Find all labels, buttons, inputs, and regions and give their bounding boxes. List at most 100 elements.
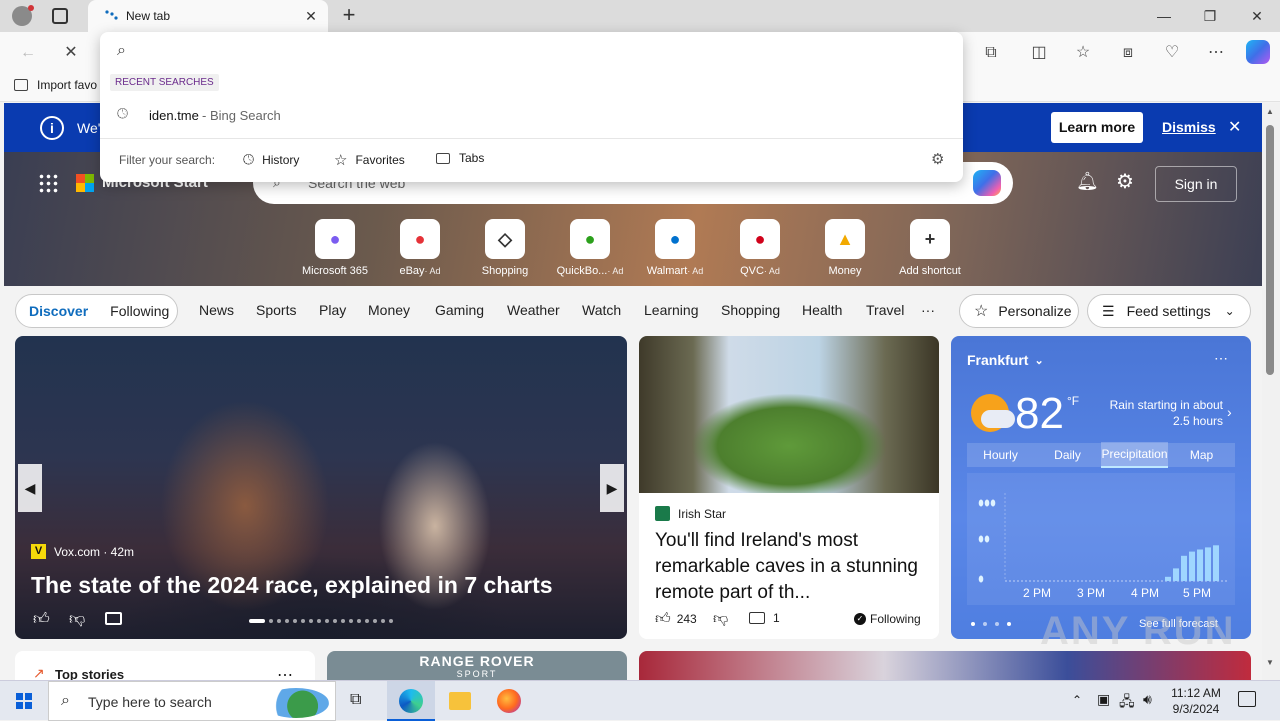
weather-card[interactable]: Frankfurt ⌄ ⋯ 82 °F Rain starting in abo… [951, 336, 1251, 639]
personalize-star-icon: ☆ [974, 303, 989, 320]
weather-city[interactable]: Frankfurt ⌄ [967, 352, 1044, 368]
tray-device-icon[interactable]: ▣ [1097, 691, 1110, 708]
main-story-card[interactable]: ◀ ▶ V Vox.com · 42m The state of the 202… [15, 336, 627, 639]
search-settings-gear-icon[interactable]: ⚙ [931, 150, 944, 168]
minimize-icon[interactable]: — [1154, 6, 1174, 26]
weather-tab-2[interactable]: Precipitation [1101, 442, 1168, 468]
volume-icon[interactable]: 🔊︎ [1143, 691, 1152, 708]
alert-chevron-icon[interactable]: › [1227, 404, 1232, 420]
favorites-star-icon[interactable]: ☆ [1072, 42, 1094, 64]
import-favorites-button[interactable]: Import favo [14, 78, 97, 92]
filter-history[interactable]: 🕓︎ History [243, 151, 299, 168]
active-tab[interactable]: New tab ✕ [88, 0, 328, 32]
shortcut-0[interactable]: ● Microsoft 365 [295, 219, 375, 277]
shortcut-7[interactable]: + Add shortcut [890, 219, 970, 277]
nav-item-1[interactable]: Sports [256, 302, 296, 318]
edge-taskbar-icon[interactable] [387, 681, 435, 721]
nav-item-9[interactable]: Health [802, 302, 842, 318]
new-tab-button[interactable]: + [338, 4, 360, 26]
top-stories-more-icon[interactable]: ⋯ [277, 665, 293, 680]
scroll-down-icon[interactable]: ▼ [1266, 658, 1274, 667]
copilot-icon[interactable] [1246, 40, 1270, 64]
favorites-icon: ☆ [334, 152, 348, 169]
tab-discover[interactable]: Discover [29, 303, 88, 319]
nav-item-2[interactable]: Play [319, 302, 346, 318]
tray-chevron-icon[interactable]: ⌃ [1072, 693, 1082, 707]
restore-icon[interactable]: ❐ [1200, 6, 1220, 26]
close-banner-icon[interactable]: ✕ [1228, 117, 1241, 137]
recent-search-item[interactable]: 🕓︎ iden.tme - Bing Search [100, 102, 963, 128]
close-tab-icon[interactable]: ✕ [304, 9, 318, 23]
like-icon[interactable]: 👍︎ [33, 610, 50, 629]
learn-more-button[interactable]: Learn more [1051, 112, 1143, 143]
address-input[interactable] [142, 42, 942, 62]
clock[interactable]: 11:12 AM 9/3/2024 [1164, 685, 1228, 717]
page-scrollbar[interactable]: ▲ ▼ [1262, 103, 1280, 680]
task-view-icon[interactable]: ⧉ [350, 691, 361, 709]
bottom-story-card[interactable] [639, 651, 1251, 680]
nav-item-8[interactable]: Shopping [721, 302, 780, 318]
notification-center-icon[interactable] [1238, 691, 1256, 707]
nav-item-3[interactable]: Money [368, 302, 410, 318]
filter-favorites[interactable]: ☆ Favorites [334, 151, 405, 169]
side-story-title[interactable]: You'll find Ireland's most remarkable ca… [655, 528, 925, 606]
close-window-icon[interactable]: ✕ [1247, 6, 1267, 26]
copilot-search-icon[interactable] [973, 170, 1001, 196]
nav-item-4[interactable]: Gaming [435, 302, 484, 318]
notifications-bell-icon[interactable]: 🔔︎ [1076, 171, 1099, 192]
app-launcher-icon[interactable] [38, 173, 58, 193]
weather-tab-3[interactable]: Map [1168, 443, 1235, 467]
network-icon[interactable]: 🖧︎ [1119, 691, 1135, 715]
more-menu-icon[interactable]: ⋯ [1205, 42, 1227, 64]
side-story-card[interactable]: Irish Star You'll find Ireland's most re… [639, 336, 939, 639]
shortcut-1[interactable]: ● eBay· Ad [380, 219, 460, 277]
weather-tab-1[interactable]: Daily [1034, 443, 1101, 467]
personalize-button[interactable]: ☆ Personalize [959, 294, 1079, 328]
start-windows-icon[interactable] [16, 693, 32, 709]
filter-tabs[interactable]: Tabs [436, 151, 484, 165]
nav-item-0[interactable]: News [199, 302, 234, 318]
settings-gear-icon[interactable]: ⚙ [1116, 169, 1134, 194]
scroll-up-icon[interactable]: ▲ [1266, 107, 1274, 116]
file-explorer-icon[interactable] [449, 692, 471, 710]
collections-icon[interactable]: ⧈ [1117, 42, 1139, 64]
dismiss-link[interactable]: Dismiss [1162, 119, 1216, 135]
weather-more-icon[interactable]: ⋯ [1214, 350, 1228, 367]
split-screen-icon[interactable]: ◫ [1028, 42, 1050, 64]
nav-item-7[interactable]: Learning [644, 302, 699, 318]
rain-alert[interactable]: Rain starting in about 2.5 hours [1097, 397, 1223, 429]
feed-settings-button[interactable]: ☰ Feed settings ⌄ [1087, 294, 1251, 328]
nav-item-11[interactable]: ··· [921, 302, 935, 318]
sign-in-button[interactable]: Sign in [1155, 166, 1237, 202]
stop-icon[interactable]: ✕ [60, 42, 82, 64]
carousel-next-button[interactable]: ▶ [600, 464, 624, 512]
story-title[interactable]: The state of the 2024 race, explained in… [31, 572, 553, 599]
carousel-prev-button[interactable]: ◀ [18, 464, 42, 512]
weather-tab-0[interactable]: Hourly [967, 443, 1034, 467]
comment-icon[interactable] [105, 612, 122, 625]
nav-item-10[interactable]: Travel [866, 302, 904, 318]
check-icon: ✓ [854, 613, 866, 625]
shortcut-5[interactable]: ● QVC· Ad [720, 219, 800, 277]
taskbar-search-box[interactable]: ⌕ Type here to search [48, 681, 336, 721]
shortcut-6[interactable]: ▲ Money [805, 219, 885, 277]
scroll-thumb[interactable] [1266, 125, 1274, 375]
back-arrow-icon[interactable]: ← [17, 42, 39, 64]
tab-actions-icon[interactable] [52, 8, 68, 24]
browser-essentials-icon[interactable]: ♡ [1161, 42, 1183, 64]
dislike-icon[interactable]: 👎︎ [69, 610, 85, 629]
top-stories-card[interactable]: ↗ Top stories ⋯ [15, 651, 315, 680]
shortcut-2[interactable]: ◇ Shopping [465, 219, 545, 277]
side-dislike-icon[interactable]: 👎︎ [713, 610, 728, 628]
firefox-icon[interactable] [497, 689, 521, 713]
side-like-button[interactable]: 👍︎ 243 [655, 610, 697, 628]
tab-following[interactable]: Following [110, 303, 169, 319]
nav-item-6[interactable]: Watch [582, 302, 621, 318]
shortcut-4[interactable]: ● Walmart· Ad [635, 219, 715, 277]
following-badge[interactable]: ✓ Following [854, 612, 921, 626]
side-comment-button[interactable]: 1 [749, 611, 780, 625]
ad-card[interactable]: RANGE ROVER SPORT [327, 651, 627, 680]
nav-item-5[interactable]: Weather [507, 302, 560, 318]
extensions-icon[interactable]: ⧉ [980, 42, 1002, 64]
shortcut-3[interactable]: ● QuickBo...· Ad [550, 219, 630, 277]
